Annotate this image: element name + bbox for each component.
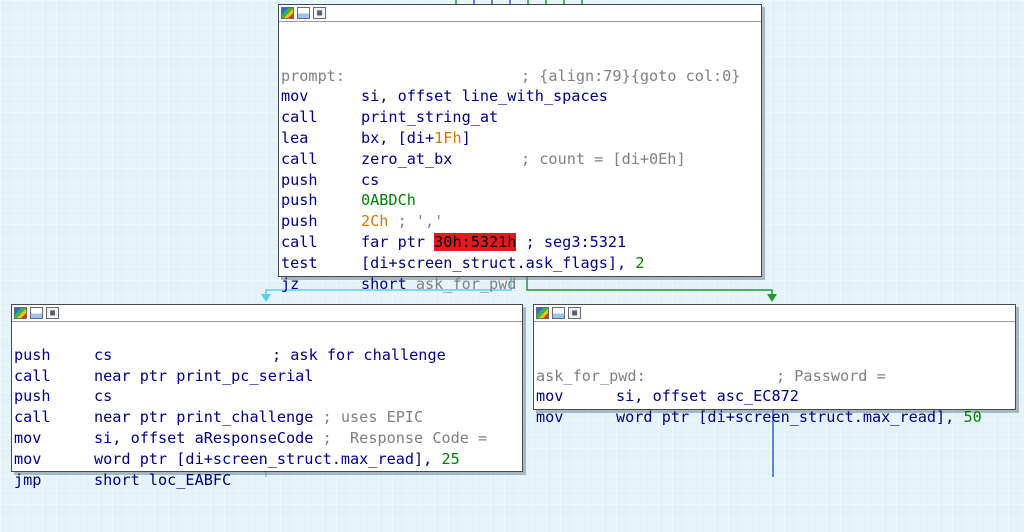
hex-number[interactable]: 2Ch <box>361 212 388 230</box>
operand[interactable]: word ptr [di+screen_struct.max_read], <box>616 408 963 426</box>
mnemonic: mov <box>281 87 309 106</box>
label-prompt[interactable]: prompt: <box>281 66 521 87</box>
operand: short <box>361 274 416 293</box>
instruction[interactable]: call near ptr print_pc_serial <box>14 366 522 387</box>
operand[interactable]: cs <box>94 387 112 405</box>
label-line: prompt:; {align:79}{goto col:0} <box>281 66 761 87</box>
node-code: prompt:; {align:79}{goto col:0} mov si, of… <box>279 22 761 336</box>
instruction[interactable]: push 2Ch ; ',' <box>281 211 761 232</box>
operand[interactable]: print_string_at <box>361 108 498 126</box>
operand[interactable]: [di+screen_struct.ask_flags], <box>361 254 635 272</box>
operand: far ptr <box>361 232 435 251</box>
comment: ; Response Code = <box>313 428 488 447</box>
comment: ; uses EPIC <box>313 408 424 427</box>
mnemonic: call <box>281 108 318 127</box>
comment: ; ask for challenge <box>272 345 446 364</box>
highlighted-address[interactable]: 30h:5321h <box>434 232 517 251</box>
mnemonic: mov <box>14 449 42 468</box>
mnemonic: push <box>14 387 51 406</box>
mnemonic: test <box>281 253 318 272</box>
number: 2 <box>635 253 645 272</box>
instruction[interactable]: push cs; ask for challenge <box>14 345 522 366</box>
mnemonic: jmp <box>14 470 42 489</box>
color-palette-icon[interactable] <box>536 307 549 319</box>
operand[interactable]: near ptr print_pc_serial <box>94 367 313 385</box>
node-code: push cs; ask for challenge call near ptr pr… <box>12 322 522 532</box>
operand: ] <box>461 128 471 147</box>
mnemonic: lea <box>281 128 309 147</box>
comment: ; seg3:5321 <box>516 232 627 251</box>
mnemonic: mov <box>536 408 564 427</box>
comment: ; Password = <box>776 366 886 385</box>
operand[interactable]: cs <box>361 171 379 189</box>
node-header: ▦ <box>534 305 1015 322</box>
mnemonic: call <box>281 149 318 168</box>
operand[interactable]: zero_at_bx <box>361 149 521 170</box>
hex-number: 1Fh <box>434 128 462 147</box>
operand[interactable]: word ptr [di+screen_struct.max_read], <box>94 450 441 468</box>
operand[interactable]: si, offset asc_EC872 <box>616 387 799 405</box>
node-ask-for-pwd[interactable]: ▦ ask_for_pwd:; Password = mov si, offset … <box>533 304 1016 426</box>
instruction[interactable]: call print_string_at <box>281 107 761 128</box>
number: 25 <box>441 449 460 468</box>
mnemonic: call <box>14 408 51 427</box>
instruction[interactable]: call near ptr print_challenge ; uses EPIC <box>14 407 522 428</box>
mnemonic: push <box>281 212 318 231</box>
number: 50 <box>963 408 982 427</box>
instruction[interactable]: jz short ask_for_pwd <box>281 274 761 295</box>
instruction[interactable]: mov si, offset line_with_spaces <box>281 86 761 107</box>
mnemonic: push <box>14 345 51 364</box>
mnemonic: call <box>14 366 51 385</box>
label-line: ask_for_pwd:; Password = <box>536 366 1015 387</box>
node-header: ▦ <box>279 5 761 22</box>
jump-target-link[interactable]: ask_for_pwd <box>416 275 517 293</box>
mnemonic: call <box>281 232 318 251</box>
instruction[interactable]: push 0ABDCh <box>281 190 761 211</box>
color-palette-icon[interactable] <box>281 7 294 19</box>
instruction[interactable]: jmp short loc_EABFC <box>14 470 522 491</box>
instruction[interactable]: mov word ptr [di+screen_struct.max_read],… <box>536 407 1015 428</box>
instruction[interactable]: lea bx, [di+1Fh] <box>281 128 761 149</box>
label-ask-for-pwd[interactable]: ask_for_pwd: <box>536 366 776 387</box>
graph-overview-icon[interactable]: ▦ <box>568 307 581 319</box>
mnemonic: jz <box>281 274 300 293</box>
operand[interactable]: bx, [di+ <box>361 129 434 147</box>
graph-overview-icon[interactable]: ▦ <box>313 7 326 19</box>
operand[interactable]: cs <box>94 345 272 366</box>
rename-icon[interactable] <box>552 307 565 319</box>
rename-icon[interactable] <box>30 307 43 319</box>
operand[interactable]: si, offset aResponseCode <box>94 429 313 447</box>
node-header: ▦ <box>12 305 522 322</box>
arrowhead-icon <box>261 294 271 302</box>
mnemonic: mov <box>14 428 42 447</box>
operand[interactable]: si, offset line_with_spaces <box>361 87 608 105</box>
instruction[interactable]: mov word ptr [di+screen_struct.max_read],… <box>14 449 522 470</box>
color-palette-icon[interactable] <box>14 307 27 319</box>
node-challenge[interactable]: ▦ push cs; ask for challenge call near ptr … <box>11 304 523 489</box>
operand[interactable]: near ptr print_challenge <box>94 408 313 426</box>
instruction[interactable]: push cs <box>281 170 761 191</box>
instruction[interactable]: push cs <box>14 386 522 407</box>
comment: ; count = [di+0Eh] <box>521 149 686 168</box>
number[interactable]: 0ABDCh <box>361 191 416 209</box>
comment: ; {align:79}{goto col:0} <box>521 66 741 85</box>
instruction[interactable]: mov si, offset aResponseCode ; Response C… <box>14 428 522 449</box>
node-code: ask_for_pwd:; Password = mov si, offset as… <box>534 322 1015 470</box>
instruction[interactable]: call far ptr 30h:5321h ; seg3:5321 <box>281 232 761 253</box>
arrowhead-icon <box>767 294 777 302</box>
mnemonic: mov <box>536 387 564 406</box>
operand[interactable]: short loc_EABFC <box>94 471 231 489</box>
instruction[interactable]: mov si, offset asc_EC872 <box>536 386 1015 407</box>
instruction[interactable]: call zero_at_bx; count = [di+0Eh] <box>281 149 761 170</box>
instruction[interactable]: test [di+screen_struct.ask_flags], 2 <box>281 253 761 274</box>
comment: ; ',' <box>388 212 444 231</box>
graph-overview-icon[interactable]: ▦ <box>46 307 59 319</box>
node-prompt[interactable]: ▦ prompt:; {align:79}{goto col:0} mov si, … <box>278 4 762 293</box>
mnemonic: push <box>281 170 318 189</box>
rename-icon[interactable] <box>297 7 310 19</box>
mnemonic: push <box>281 191 318 210</box>
